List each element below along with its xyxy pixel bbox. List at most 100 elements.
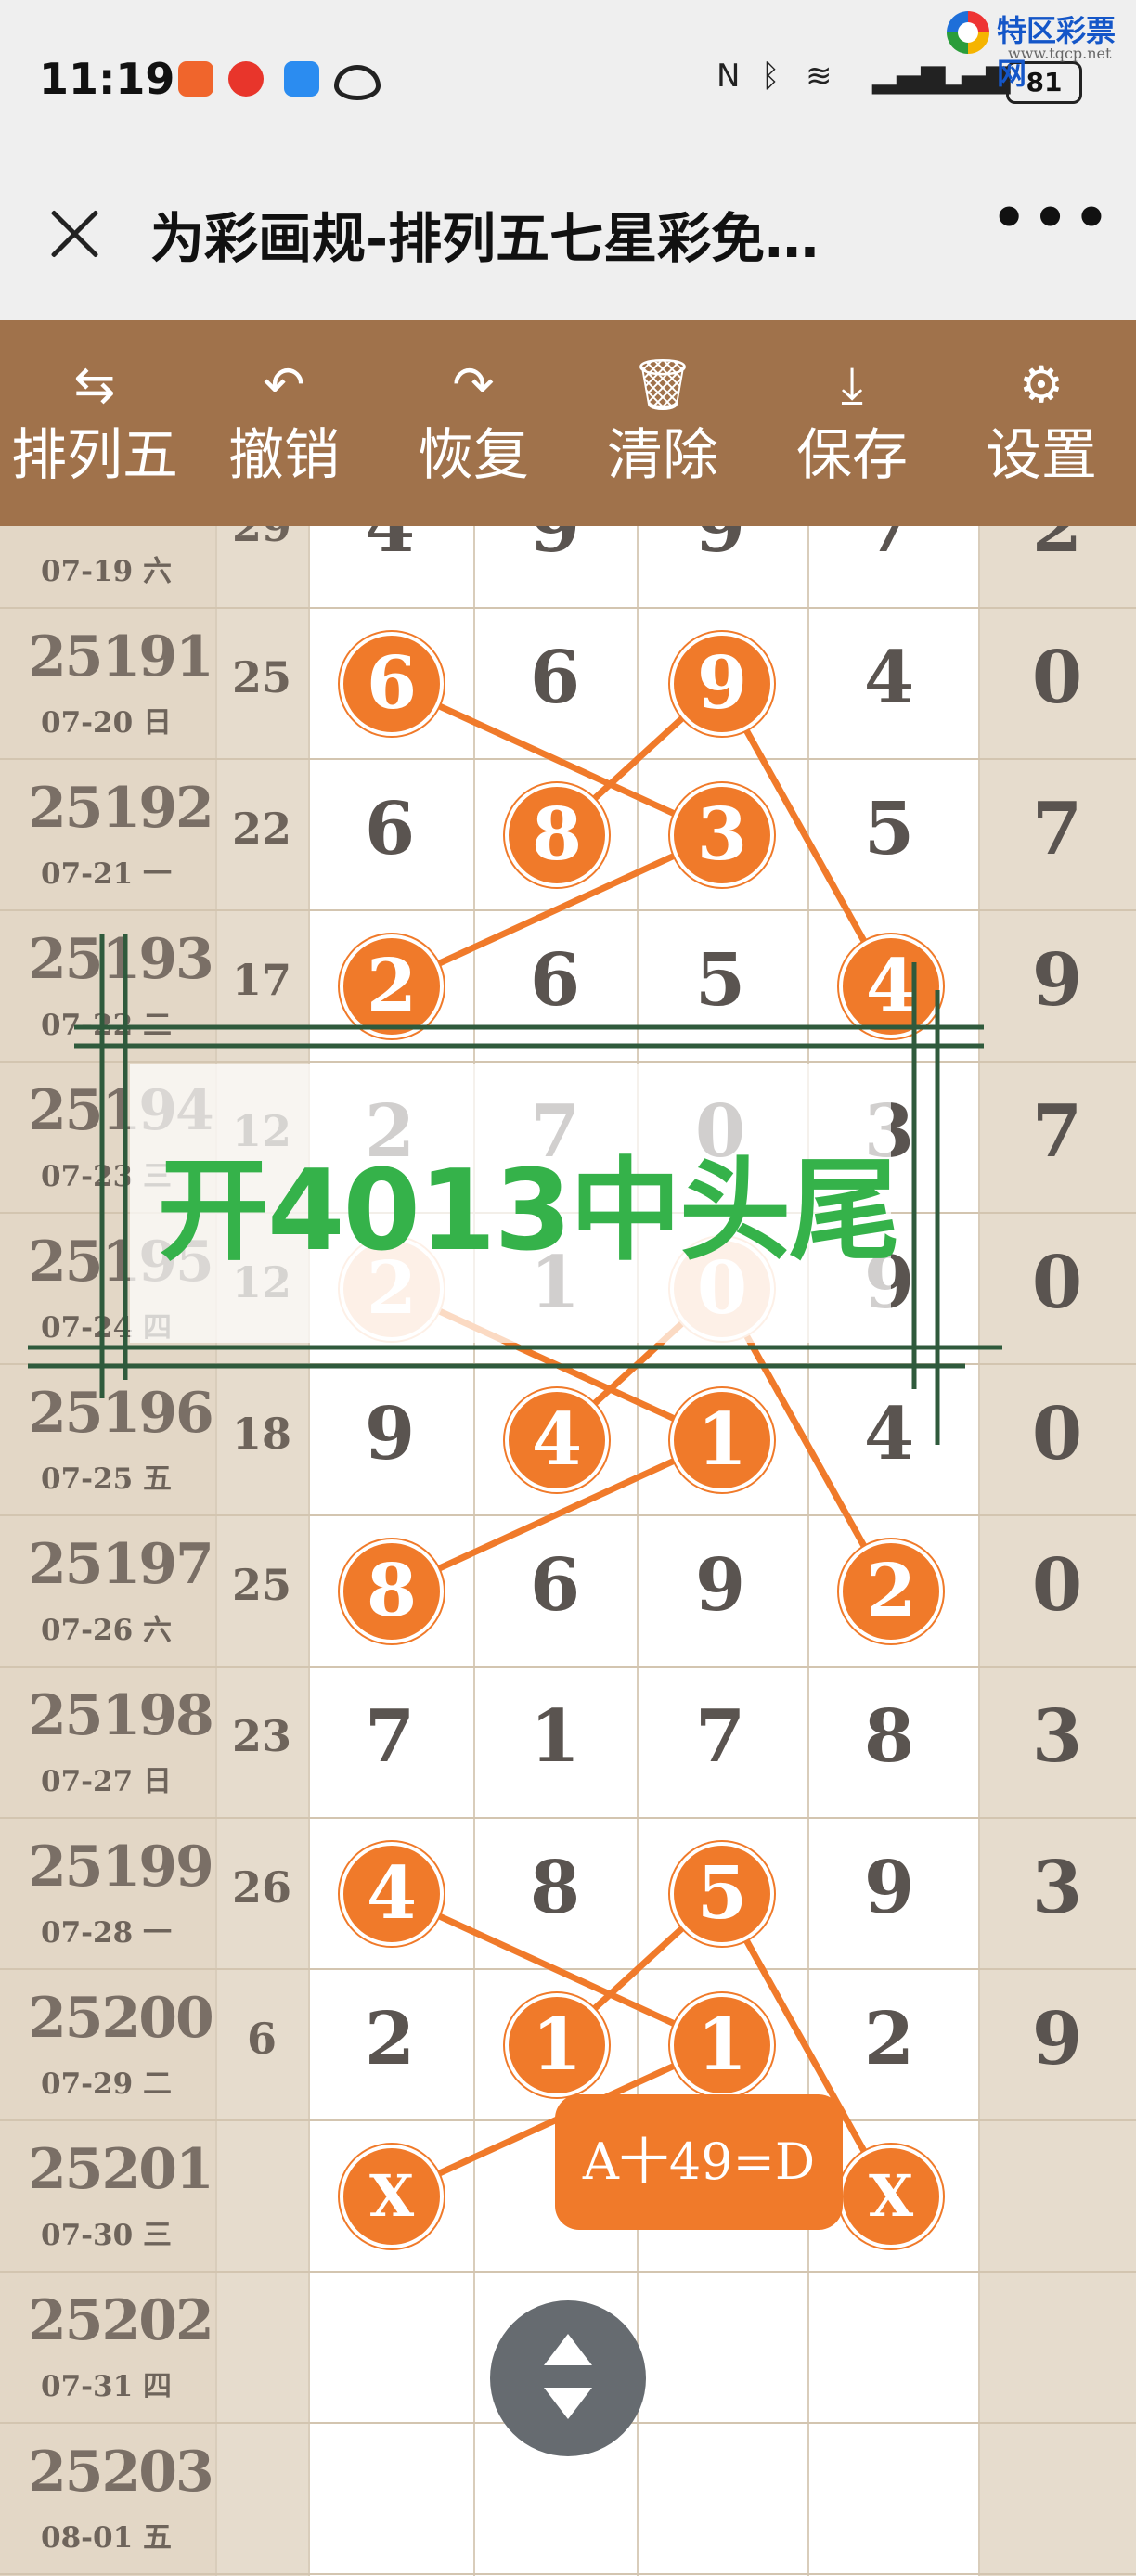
issue-number: 25190: [28, 526, 214, 538]
digit-cell[interactable]: 6: [507, 636, 603, 720]
clear-button[interactable]: 🗑 清除: [568, 320, 757, 526]
marked-digit-ball[interactable]: 3: [670, 782, 774, 887]
marked-digit-ball[interactable]: 1: [505, 1992, 609, 2097]
digit-cell[interactable]: 6: [507, 938, 603, 1023]
issue-number: 25191: [28, 625, 214, 689]
row-divider: [0, 1514, 1136, 1516]
digit-cell[interactable]: 9: [672, 526, 768, 569]
digit-cell[interactable]: 7: [342, 1694, 438, 1779]
draw-date: 07-30 三: [41, 2219, 172, 2252]
marked-digit-ball[interactable]: 2: [340, 934, 444, 1038]
digit-cell[interactable]: 9: [841, 1846, 937, 1930]
message-icon: [284, 61, 319, 97]
digit-cell[interactable]: 1: [507, 1694, 603, 1779]
row-divider: [0, 1061, 1136, 1063]
draw-date: 07-26 六: [41, 1614, 172, 1647]
tail-digit: 0: [1031, 1392, 1083, 1476]
sum-value: 17: [231, 955, 291, 1005]
digit-cell[interactable]: 9: [507, 526, 603, 569]
formula-badge[interactable]: A十49=D: [555, 2094, 843, 2230]
scroll-toggle-button[interactable]: [490, 2300, 646, 2456]
marked-digit-ball[interactable]: 8: [505, 782, 609, 887]
toolbar-label: 清除: [607, 423, 718, 488]
tail-digit: 9: [1031, 938, 1083, 1023]
watermark: 特区彩票网 www.tqcp.net: [947, 7, 1132, 91]
row-divider: [0, 758, 1136, 760]
page-title: 为彩画规-排列五七星彩免…: [150, 207, 820, 270]
divider: [473, 526, 475, 2576]
marked-digit-ball[interactable]: 1: [670, 1387, 774, 1492]
issue-number: 25193: [28, 927, 214, 992]
marked-digit-ball[interactable]: 5: [670, 1841, 774, 1946]
save-button[interactable]: ⤓ 保存: [757, 320, 947, 526]
marked-digit-ball[interactable]: 1: [670, 1992, 774, 2097]
digit-cell[interactable]: 2: [342, 1997, 438, 2081]
draw-date: 07-20 日: [41, 706, 172, 740]
digit-cell[interactable]: 4: [342, 526, 438, 569]
more-menu-button[interactable]: •••: [991, 186, 1115, 251]
divider: [308, 526, 310, 2576]
divider: [637, 526, 639, 2576]
digit-cell[interactable]: 9: [672, 1543, 768, 1628]
sum-value: 25: [231, 1560, 291, 1610]
weibo-icon: [228, 61, 264, 97]
issue-number: 25196: [28, 1381, 214, 1446]
toolbar-label: 排列五: [11, 423, 178, 488]
marked-digit-ball[interactable]: X: [839, 2144, 943, 2248]
app-notification-icon: [178, 61, 213, 97]
issue-number: 25202: [28, 2288, 214, 2353]
digit-cell[interactable]: 7: [672, 1694, 768, 1779]
toolbar-label: 恢复: [418, 423, 529, 488]
toolbar-mode-button[interactable]: ⇆ 排列五: [0, 320, 189, 526]
sum-value: 23: [231, 1711, 291, 1761]
digit-cell[interactable]: 5: [841, 787, 937, 871]
digit-cell[interactable]: 6: [342, 787, 438, 871]
draw-date: 07-27 日: [41, 1765, 172, 1798]
settings-button[interactable]: ⚙ 设置: [947, 320, 1136, 526]
marked-digit-ball[interactable]: 4: [839, 934, 943, 1038]
wifi-icon: ≋: [806, 58, 833, 95]
redo-button[interactable]: ↷ 恢复: [379, 320, 568, 526]
marked-digit-ball[interactable]: 4: [505, 1387, 609, 1492]
marked-digit-ball[interactable]: 9: [670, 631, 774, 736]
nfc-icon: N: [716, 58, 741, 95]
draw-date: 07-31 四: [41, 2370, 172, 2403]
sum-value: 29: [231, 526, 291, 551]
row-divider: [0, 1666, 1136, 1668]
draw-grid[interactable]: 2519007-19 六29499722519107-20 日256402519…: [0, 526, 1136, 2576]
digit-cell[interactable]: 4: [841, 636, 937, 720]
draw-date: 07-29 二: [41, 2067, 172, 2101]
draw-date: 07-22 二: [41, 1009, 172, 1042]
marked-digit-ball[interactable]: 6: [340, 631, 444, 736]
undo-button[interactable]: ↶ 撤销: [189, 320, 379, 526]
digit-cell[interactable]: 8: [841, 1694, 937, 1779]
digit-cell[interactable]: 7: [841, 526, 937, 569]
draw-date: 07-19 六: [41, 555, 172, 588]
marked-digit-ball[interactable]: X: [340, 2144, 444, 2248]
status-time: 11:19: [39, 54, 175, 104]
marked-digit-ball[interactable]: 8: [340, 1539, 444, 1643]
issue-number: 25199: [28, 1835, 214, 1900]
row-divider: [0, 1817, 1136, 1819]
toolbar-label: 设置: [986, 423, 1097, 488]
marked-digit-ball[interactable]: 4: [340, 1841, 444, 1946]
tail-digit: 2: [1031, 526, 1083, 569]
digit-cell[interactable]: 2: [841, 1997, 937, 2081]
digit-cell[interactable]: 9: [342, 1392, 438, 1476]
issue-number: 25192: [28, 776, 214, 841]
eye-icon: [334, 65, 381, 100]
tail-digit: 9: [1031, 1997, 1083, 2081]
digit-cell[interactable]: 5: [672, 938, 768, 1023]
row-divider: [0, 909, 1136, 911]
row-divider: [0, 1363, 1136, 1365]
digit-cell[interactable]: 8: [507, 1846, 603, 1930]
digit-cell[interactable]: 6: [507, 1543, 603, 1628]
download-icon: ⤓: [841, 355, 863, 414]
marked-digit-ball[interactable]: 2: [839, 1539, 943, 1643]
digit-cell[interactable]: 4: [841, 1392, 937, 1476]
watermark-logo-icon: [947, 11, 989, 54]
undo-icon: ↶: [263, 355, 305, 414]
sum-value: 18: [231, 1409, 291, 1459]
close-icon[interactable]: [46, 206, 102, 262]
issue-number: 25203: [28, 2440, 214, 2505]
